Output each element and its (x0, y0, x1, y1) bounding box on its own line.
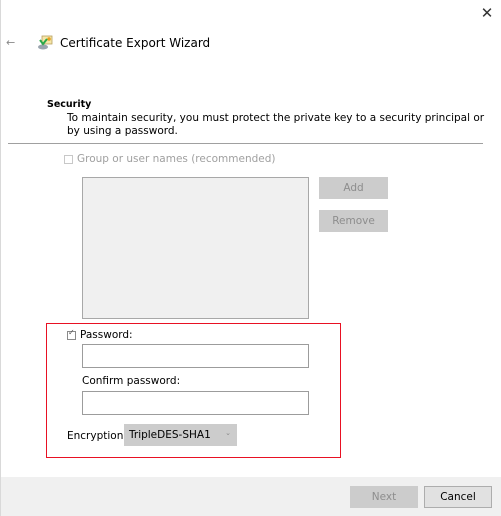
confirm-password-input[interactable] (82, 391, 309, 415)
add-button[interactable]: Add (319, 177, 388, 199)
group-checkbox[interactable] (64, 154, 73, 164)
cancel-button[interactable]: Cancel (424, 486, 492, 508)
encryption-label: Encryption: (67, 430, 127, 442)
chevron-down-icon: ⌄ (225, 429, 231, 437)
header-separator (8, 143, 483, 144)
wizard-title: Certificate Export Wizard (60, 36, 211, 50)
password-checkbox-row[interactable]: Password: (67, 328, 133, 341)
password-checkbox-label: Password: (80, 329, 133, 341)
next-button[interactable]: Next (350, 486, 418, 508)
close-button[interactable]: ✕ (476, 2, 498, 24)
certificate-icon (36, 34, 54, 52)
group-user-listbox[interactable] (82, 177, 309, 319)
remove-button[interactable]: Remove (319, 210, 388, 232)
confirm-password-label: Confirm password: (82, 375, 181, 387)
section-description: To maintain security, you must protect t… (67, 112, 485, 137)
group-checkbox-row[interactable]: Group or user names (recommended) (64, 153, 276, 165)
encryption-selected-value: TripleDES-SHA1 (129, 429, 211, 441)
password-input[interactable] (82, 344, 309, 368)
section-heading: Security (47, 99, 92, 110)
close-icon: ✕ (480, 4, 494, 22)
password-checkbox[interactable] (67, 328, 76, 340)
back-button[interactable]: ← (6, 36, 22, 50)
window-left-edge (0, 0, 1, 516)
group-checkbox-label: Group or user names (recommended) (77, 153, 276, 165)
back-arrow-icon: ← (6, 36, 16, 49)
encryption-select[interactable]: TripleDES-SHA1 ⌄ (124, 424, 237, 446)
wizard-header: Certificate Export Wizard (36, 34, 210, 52)
